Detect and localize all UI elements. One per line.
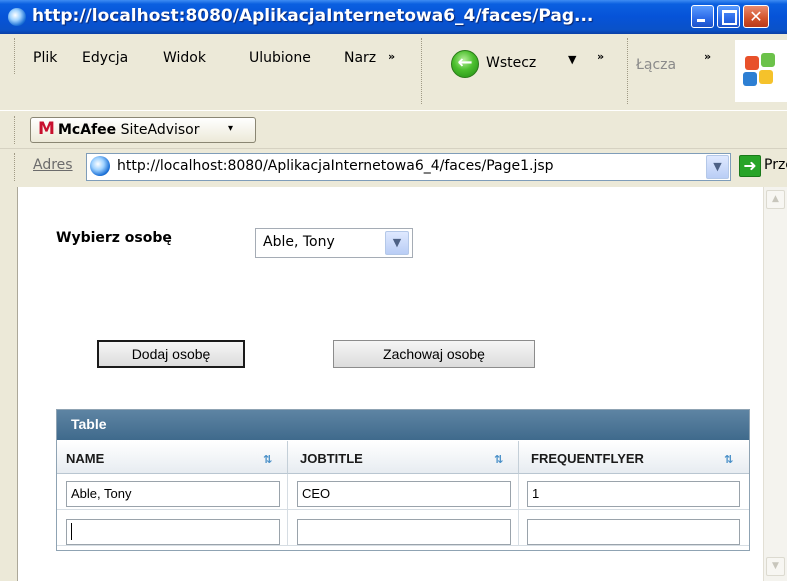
windows-logo-icon — [735, 40, 787, 102]
sort-icon[interactable]: ⇅ — [263, 453, 272, 466]
links-label[interactable]: Łącza — [636, 57, 676, 73]
go-button[interactable]: Przejdź — [764, 157, 787, 173]
person-select-dropdown-icon[interactable]: ▼ — [385, 231, 409, 255]
toolbar-overflow-chevron[interactable]: » — [597, 50, 604, 63]
address-grip[interactable] — [14, 153, 18, 181]
mcafee-logo-icon: M — [38, 119, 55, 139]
mcafee-label: McAfee SiteAdvisor — [58, 122, 200, 138]
name-input[interactable] — [66, 519, 280, 545]
back-label[interactable]: Wstecz — [486, 55, 536, 71]
go-arrow-icon[interactable]: ➜ — [739, 155, 761, 177]
maximize-button[interactable] — [717, 5, 740, 28]
jobtitle-input[interactable]: CEO — [297, 481, 511, 507]
menu-narzedzia[interactable]: Narz — [344, 50, 376, 66]
save-person-button[interactable]: Zachowaj osobę — [333, 340, 535, 368]
ie-icon — [8, 8, 26, 26]
back-dropdown-icon[interactable]: ▼ — [568, 53, 576, 66]
column-name-label: NAME — [66, 451, 105, 466]
mcafee-brand: McAfee — [58, 122, 117, 138]
page-icon — [90, 156, 110, 176]
menu-narzedzia-label: Narz — [344, 50, 377, 66]
sort-icon[interactable]: ⇅ — [724, 453, 733, 466]
address-url[interactable]: http://localhost:8080/AplikacjaInterneto… — [117, 158, 554, 174]
vertical-scrollbar[interactable]: ▲ ▼ — [763, 187, 787, 581]
mcafee-dropdown-icon: ▾ — [228, 123, 234, 134]
menu-widok[interactable]: Widok — [163, 50, 206, 66]
jobtitle-input[interactable] — [297, 519, 511, 545]
menu-edycja-label: Edycja — [82, 50, 129, 66]
back-arrow-icon: ← — [457, 52, 473, 73]
choose-person-label: Wybierz osobę — [56, 230, 172, 246]
text-caret — [71, 523, 72, 540]
frequentflyer-input[interactable]: 1 — [527, 481, 740, 507]
scroll-down-button[interactable]: ▼ — [766, 557, 785, 576]
minimize-button[interactable] — [691, 5, 714, 28]
table-title: Table — [71, 416, 107, 432]
address-label: Adres — [33, 157, 73, 173]
mcafee-grip[interactable] — [14, 116, 18, 144]
name-input[interactable]: Able, Tony — [66, 481, 280, 507]
menu-plik-label: Plik — [33, 50, 58, 66]
close-button[interactable]: ✕ — [743, 5, 769, 28]
frequentflyer-input[interactable] — [527, 519, 740, 545]
add-person-button[interactable]: Dodaj osobę — [97, 340, 245, 368]
menu-plik[interactable]: Plik — [33, 50, 57, 66]
menu-ulubione[interactable]: Ulubione — [249, 50, 311, 66]
menu-edycja[interactable]: Edycja — [82, 50, 128, 66]
sort-icon[interactable]: ⇅ — [494, 453, 503, 466]
person-select-value: Able, Tony — [263, 234, 335, 250]
scroll-up-button[interactable]: ▲ — [766, 190, 785, 209]
window-title: http://localhost:8080/AplikacjaInterneto… — [32, 6, 594, 26]
close-icon: ✕ — [749, 7, 763, 26]
menu-ulubione-label: Ulubione — [249, 50, 311, 66]
toolbar-grip[interactable] — [421, 38, 425, 104]
address-dropdown-button[interactable]: ▼ — [706, 155, 729, 179]
menu-widok-label: Widok — [163, 50, 206, 66]
table-title-bar — [57, 410, 749, 440]
column-jobtitle-label: JOBTITLE — [300, 451, 363, 466]
column-frequentflyer-label: FREQUENTFLYER — [531, 451, 644, 466]
menu-overflow-chevron[interactable]: » — [388, 50, 395, 63]
links-grip[interactable] — [627, 38, 631, 104]
mcafee-product: SiteAdvisor — [120, 122, 200, 138]
menubar-grip[interactable] — [14, 38, 18, 74]
window-frame-left — [0, 187, 18, 581]
links-overflow-chevron[interactable]: » — [704, 50, 711, 63]
